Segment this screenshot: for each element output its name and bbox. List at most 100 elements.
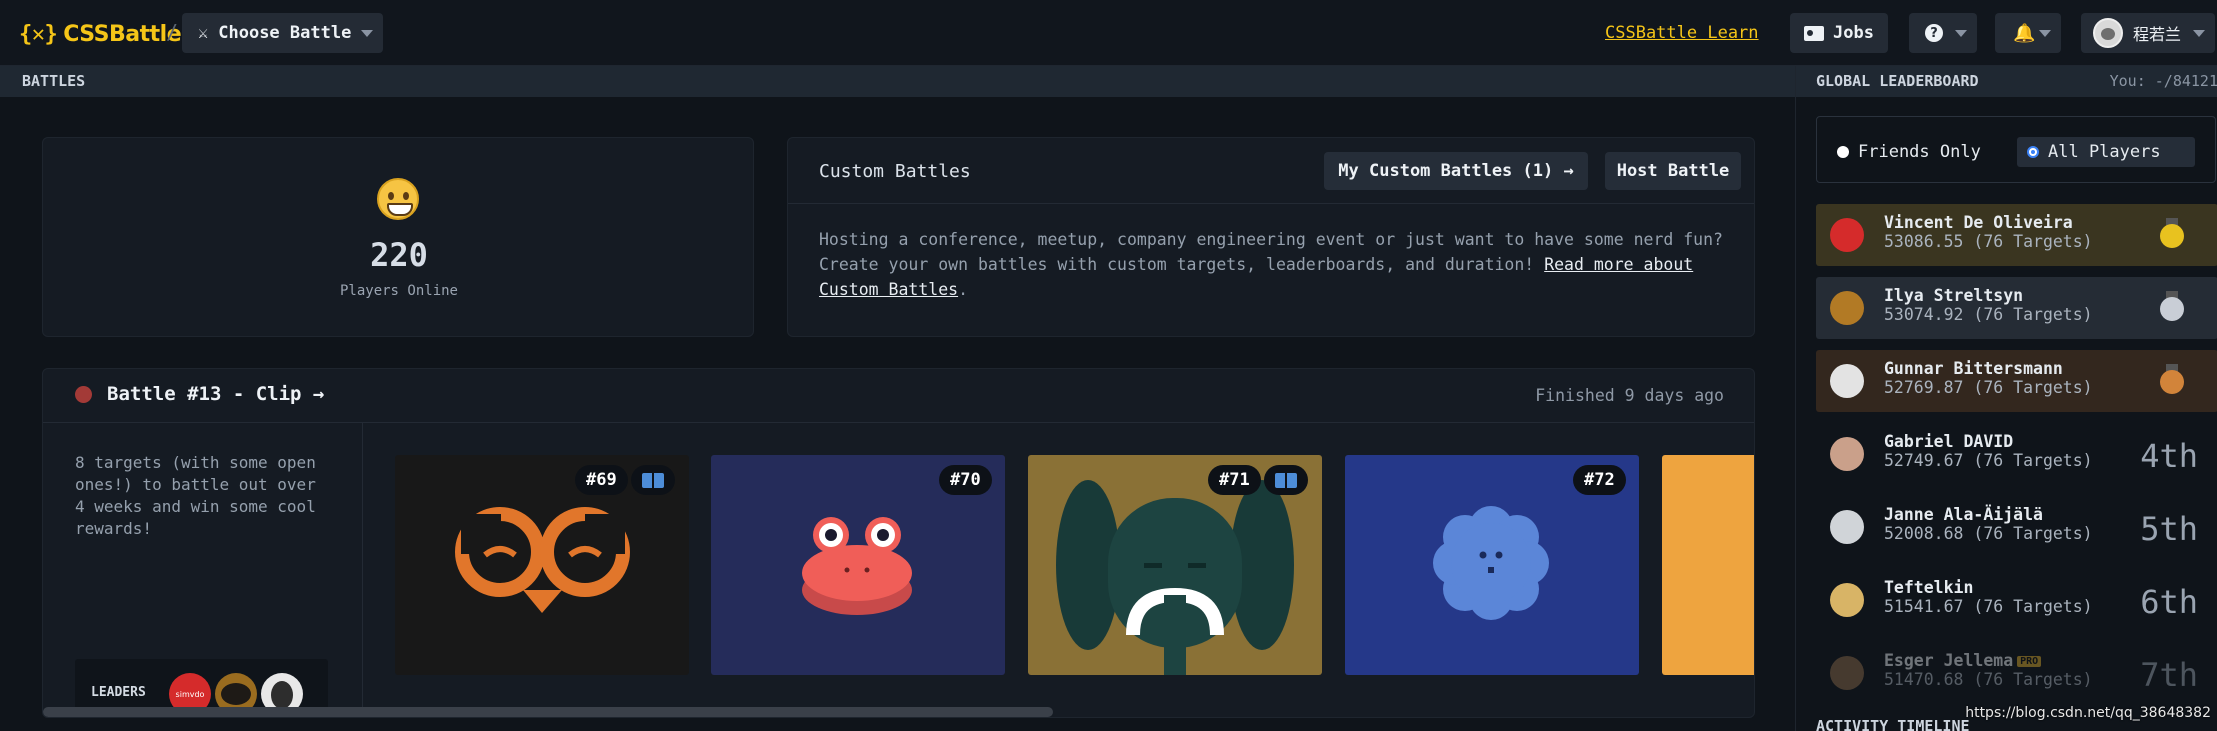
target-number-badge: #69	[575, 465, 628, 495]
leaderboard-row[interactable]: Gunnar Bittersmann 52769.87 (76 Targets)	[1816, 350, 2217, 412]
player-score: 53086.55 (76 Targets)	[1884, 232, 2093, 251]
player-score: 52749.67 (76 Targets)	[1884, 451, 2093, 470]
gold-medal-icon	[2158, 218, 2186, 250]
chevron-down-icon	[361, 30, 373, 37]
avatar	[1830, 656, 1864, 690]
watermark-text: https://blog.csdn.net/qq_38648382	[1965, 705, 2211, 721]
target-number-badge: #70	[939, 465, 992, 495]
player-name: Esger Jellema PRO	[1884, 651, 2042, 670]
custom-battles-description: Hosting a conference, meetup, company en…	[819, 227, 1739, 302]
help-dropdown[interactable]: ?	[1909, 13, 1977, 53]
grinning-face-icon	[377, 178, 419, 220]
leaderboard-row[interactable]: Janne Ala-Äijälä 52008.68 (76 Targets) 5…	[1816, 496, 2217, 558]
leaderboard-row[interactable]: Teftelkin 51541.67 (76 Targets) 6th	[1816, 569, 2217, 631]
leaderboard-row[interactable]: Esger Jellema PRO 51470.68 (76 Targets) 7…	[1816, 642, 2217, 704]
player-name-text: Esger Jellema	[1884, 651, 2014, 670]
battle-status-text: Finished 9 days ago	[1535, 386, 1724, 405]
player-name: Vincent De Oliveira	[1884, 213, 2073, 232]
battles-panel: BATTLES 220 Players Online Custom Battle…	[0, 66, 1795, 731]
battle-status-dot	[75, 386, 92, 403]
leaderboard-panel: GLOBAL LEADERBOARD You: -/84121 Friends …	[1795, 66, 2217, 731]
my-custom-battles-button[interactable]: My Custom Battles (1) →	[1324, 152, 1588, 190]
player-score: 52008.68 (76 Targets)	[1884, 524, 2093, 543]
leaderboard-filter: Friends Only All Players	[1816, 116, 2216, 183]
question-icon: ?	[1925, 24, 1943, 42]
bronze-medal-icon	[2158, 364, 2186, 396]
target-card-70[interactable]: #70	[711, 455, 1005, 675]
logo-mark-icon: {✕}	[19, 21, 58, 47]
pro-badge: PRO	[2017, 656, 2042, 667]
jobs-button[interactable]: Jobs	[1790, 13, 1888, 53]
leaderboard-header: GLOBAL LEADERBOARD You: -/84121	[1796, 66, 2217, 97]
target-card-69[interactable]: #69	[395, 455, 689, 675]
radio-selected-icon	[2027, 146, 2039, 158]
avatar	[1830, 583, 1864, 617]
avatar	[1830, 291, 1864, 325]
bell-icon: 🔔	[2013, 22, 2036, 44]
swords-icon: ⚔	[198, 23, 209, 43]
radio-icon	[1837, 146, 1849, 158]
notifications-dropdown[interactable]: 🔔	[1995, 13, 2061, 53]
target-card-72[interactable]: #72	[1345, 455, 1639, 675]
description-period: .	[958, 280, 969, 299]
user-name: 程若兰	[2133, 25, 2182, 44]
horizontal-scrollbar[interactable]	[43, 707, 1053, 717]
breadcrumb-separator: /	[166, 20, 179, 44]
user-menu[interactable]: 程若兰	[2081, 13, 2215, 53]
target-card-71[interactable]: #71	[1028, 455, 1322, 675]
choose-battle-dropdown[interactable]: ⚔ Choose Battle	[182, 13, 383, 53]
battle-title[interactable]: Battle #13 - Clip →	[107, 383, 324, 405]
target-number-badge: #71	[1208, 465, 1261, 495]
leaderboard-row[interactable]: Vincent De Oliveira 53086.55 (76 Targets…	[1816, 204, 2217, 266]
target-number-badge: #72	[1573, 465, 1626, 495]
current-battle-card: Battle #13 - Clip → Finished 9 days ago …	[42, 368, 1755, 718]
leaders-label: LEADERS	[91, 685, 146, 700]
custom-battles-title: Custom Battles	[819, 161, 971, 182]
cssbattle-learn-link[interactable]: CSSBattle Learn	[1605, 23, 1759, 43]
battles-section-title: BATTLES	[0, 66, 1795, 97]
friends-only-radio[interactable]: Friends Only	[1837, 137, 1981, 167]
host-battle-button[interactable]: Host Battle	[1605, 152, 1741, 190]
player-name: Gabriel DAVID	[1884, 432, 2014, 451]
player-rank: 6th	[2140, 583, 2198, 621]
leaderboard-row[interactable]: Ilya Streltsyn 53074.92 (76 Targets)	[1816, 277, 2217, 339]
player-rank: 7th	[2140, 656, 2198, 694]
chevron-down-icon	[2193, 30, 2205, 37]
open-book-icon[interactable]	[631, 465, 675, 495]
battle-header[interactable]: Battle #13 - Clip → Finished 9 days ago	[43, 369, 1754, 423]
avatar	[2093, 18, 2123, 48]
player-score: 51541.67 (76 Targets)	[1884, 597, 2093, 616]
player-name: Gunnar Bittersmann	[1884, 359, 2063, 378]
open-book-icon[interactable]	[1264, 465, 1308, 495]
activity-timeline-title: ACTIVITY TIMELINE	[1816, 717, 1970, 731]
target-card-partial[interactable]	[1662, 455, 1754, 675]
player-rank: 4th	[2140, 437, 2198, 475]
all-players-label: All Players	[2048, 142, 2161, 162]
chevron-down-icon	[2039, 30, 2051, 37]
friends-only-label: Friends Only	[1858, 142, 1981, 162]
players-online-card: 220 Players Online	[42, 137, 754, 337]
custom-battles-header: Custom Battles My Custom Battles (1) → H…	[788, 138, 1754, 204]
cssbattle-logo[interactable]: {✕} CSSBattle	[19, 18, 182, 50]
battle-blurb: 8 targets (with some open ones!) to batt…	[75, 453, 316, 538]
players-online-count: 220	[370, 236, 428, 274]
avatar	[1830, 437, 1864, 471]
leaderboard-row[interactable]: Gabriel DAVID 52749.67 (76 Targets) 4th	[1816, 423, 2217, 485]
player-score: 53074.92 (76 Targets)	[1884, 305, 2093, 324]
your-rank: You: -/84121	[2109, 72, 2217, 90]
logo-text: CSSBattle	[63, 21, 182, 47]
player-name: Ilya Streltsyn	[1884, 286, 2024, 305]
silver-medal-icon	[2158, 291, 2186, 323]
id-card-icon	[1804, 25, 1824, 41]
jobs-label: Jobs	[1833, 23, 1874, 43]
leaderboard-title: GLOBAL LEADERBOARD	[1816, 72, 1979, 90]
top-navbar: {✕} CSSBattle / ⚔ Choose Battle CSSBattl…	[0, 0, 2217, 66]
all-players-radio[interactable]: All Players	[2017, 137, 2195, 167]
avatar	[1830, 218, 1864, 252]
player-score: 51470.68 (76 Targets)	[1884, 670, 2093, 689]
player-name: Janne Ala-Äijälä	[1884, 505, 2043, 524]
player-rank: 5th	[2140, 510, 2198, 548]
avatar	[1830, 364, 1864, 398]
choose-battle-label: Choose Battle	[218, 23, 352, 43]
player-score: 52769.87 (76 Targets)	[1884, 378, 2093, 397]
